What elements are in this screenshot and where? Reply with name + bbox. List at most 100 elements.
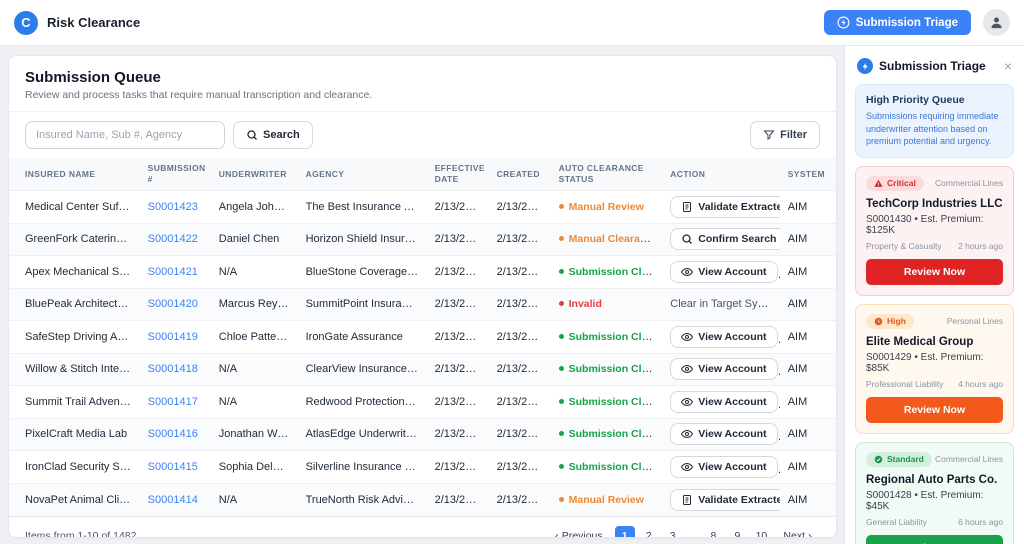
review-now-button[interactable]: Review Now bbox=[866, 259, 1003, 285]
row-action-button[interactable]: View Account bbox=[670, 261, 777, 283]
page-subtitle: Review and process tasks that require ma… bbox=[25, 89, 820, 101]
row-action-button[interactable]: View Account bbox=[670, 423, 777, 445]
app-logo-icon: C bbox=[14, 11, 38, 35]
card-meta-row: Professional Liability4 hours ago bbox=[866, 379, 1003, 389]
page-number-button[interactable]: 9 bbox=[727, 526, 747, 538]
account-name: Regional Auto Parts Co. bbox=[866, 474, 1003, 486]
coverage-label: General Liability bbox=[866, 517, 927, 527]
row-action-button[interactable]: View Account bbox=[670, 456, 777, 478]
page-number-button[interactable]: 3 bbox=[663, 526, 683, 538]
page-number-button[interactable]: 8 bbox=[703, 526, 723, 538]
table-footer: Items from 1-10 of 1482 ‹Previous123...8… bbox=[9, 516, 836, 538]
content-area: Submission Queue Review and process task… bbox=[0, 46, 844, 544]
items-count-text: Items from 1-10 of 1482 bbox=[25, 530, 136, 538]
cell-agency: TrueNorth Risk Advisors bbox=[298, 483, 427, 516]
submission-link[interactable]: S0001423 bbox=[148, 201, 198, 213]
status-dot-icon bbox=[559, 334, 564, 339]
priority-label: Standard bbox=[887, 454, 924, 464]
next-page-button[interactable]: Next› bbox=[775, 530, 820, 538]
status-dot-icon bbox=[559, 366, 564, 371]
submission-link[interactable]: S0001415 bbox=[148, 461, 198, 473]
search-button[interactable]: Search bbox=[233, 121, 313, 149]
cell-system: AIM bbox=[780, 288, 836, 321]
review-now-button[interactable]: Review Now bbox=[866, 397, 1003, 423]
submission-link[interactable]: S0001420 bbox=[148, 298, 198, 310]
page-number-button[interactable]: 1 bbox=[615, 526, 635, 538]
cell-underwriter: Chloe Patterson bbox=[211, 321, 298, 354]
cell-system: AIM bbox=[780, 321, 836, 354]
submission-link[interactable]: S0001414 bbox=[148, 494, 198, 506]
cell-created-date: 2/13/2024 bbox=[489, 353, 551, 386]
table-row: SafeStep Driving Academy S0001419 Chloe Pa… bbox=[9, 321, 836, 354]
cell-created-date: 2/13/2024 bbox=[489, 191, 551, 224]
cell-system: AIM bbox=[780, 191, 836, 224]
clock-icon bbox=[874, 317, 883, 326]
review-now-button[interactable]: Review Now bbox=[866, 535, 1003, 544]
cell-submission-number: S0001416 bbox=[140, 418, 211, 451]
row-action-button[interactable]: Confirm Search Results bbox=[670, 228, 779, 250]
submission-link[interactable]: S0001416 bbox=[148, 428, 198, 440]
row-action-button[interactable]: View Account bbox=[670, 391, 777, 413]
page-number-button[interactable]: 10 bbox=[751, 526, 771, 538]
cell-agency: ClearView Insurance Brokers bbox=[298, 353, 427, 386]
triage-icon bbox=[857, 58, 873, 74]
cell-clearance-status: Invalid bbox=[551, 288, 663, 321]
status-dot-icon bbox=[559, 236, 564, 241]
cell-agency: Silverline Insurance Group bbox=[298, 451, 427, 484]
cell-agency: AtlasEdge Underwriting bbox=[298, 418, 427, 451]
business-line-label: Commercial Lines bbox=[935, 454, 1003, 464]
status-dot-icon bbox=[559, 301, 564, 306]
cell-underwriter: N/A bbox=[211, 386, 298, 419]
status-dot-icon bbox=[559, 464, 564, 469]
close-icon[interactable]: × bbox=[1002, 59, 1014, 73]
main-layout: Submission Queue Review and process task… bbox=[0, 46, 1024, 544]
column-header: Auto Clearance Status bbox=[551, 158, 663, 191]
submission-link[interactable]: S0001421 bbox=[148, 266, 198, 278]
submission-link[interactable]: S0001419 bbox=[148, 331, 198, 343]
row-action-button[interactable]: View Account bbox=[670, 326, 777, 348]
user-avatar[interactable] bbox=[983, 9, 1010, 36]
submission-queue-card: Submission Queue Review and process task… bbox=[8, 55, 837, 538]
document-icon bbox=[681, 494, 693, 506]
eye-icon bbox=[681, 396, 693, 408]
column-header: Submission # bbox=[140, 158, 211, 191]
cell-submission-number: S0001418 bbox=[140, 353, 211, 386]
row-action-label: View Account bbox=[698, 266, 766, 278]
previous-page-button[interactable]: ‹Previous bbox=[547, 530, 611, 538]
account-name: TechCorp Industries LLC bbox=[866, 198, 1003, 210]
brand: C Risk Clearance bbox=[14, 11, 140, 35]
cell-created-date: 2/13/2024 bbox=[489, 321, 551, 354]
cell-action: View Account bbox=[662, 256, 779, 289]
row-action-button[interactable]: View Account bbox=[670, 358, 777, 380]
submission-link[interactable]: S0001422 bbox=[148, 233, 198, 245]
cell-submission-number: S0001414 bbox=[140, 483, 211, 516]
eye-icon bbox=[681, 461, 693, 473]
filter-button[interactable]: Filter bbox=[750, 121, 820, 149]
cell-agency: SummitPoint Insurance Co. bbox=[298, 288, 427, 321]
search-input[interactable] bbox=[25, 121, 225, 149]
cell-submission-number: S0001423 bbox=[140, 191, 211, 224]
cell-clearance-status: Manual Clearance bbox=[551, 223, 663, 256]
row-action-button[interactable]: Validate Extracted Data bbox=[670, 489, 779, 511]
row-action-label: View Account bbox=[698, 428, 766, 440]
row-action-button[interactable]: Validate Extracted Data bbox=[670, 196, 779, 218]
cell-created-date: 2/13/2024 bbox=[489, 386, 551, 419]
triage-panel-title: Submission Triage bbox=[879, 59, 996, 73]
status-dot-icon bbox=[559, 497, 564, 502]
cell-action: Validate Extracted Data bbox=[662, 483, 779, 516]
submission-triage-button[interactable]: Submission Triage bbox=[824, 10, 971, 35]
cell-clearance-status: Submission Cleared bbox=[551, 451, 663, 484]
high-priority-info-box: High Priority Queue Submissions requirin… bbox=[855, 84, 1014, 158]
cell-effective-date: 2/13/2024 bbox=[427, 353, 489, 386]
priority-badge: High bbox=[866, 314, 914, 329]
cell-clearance-status: Submission Cleared bbox=[551, 321, 663, 354]
row-action-label: View Account bbox=[698, 396, 766, 408]
submission-link[interactable]: S0001418 bbox=[148, 363, 198, 375]
page-number-button[interactable]: 2 bbox=[639, 526, 659, 538]
status-badge: Submission Cleared bbox=[569, 331, 663, 343]
coverage-label: Property & Casualty bbox=[866, 241, 942, 251]
cell-insured-name: BluePeak Architecture Group bbox=[9, 288, 140, 321]
cell-insured-name: SafeStep Driving Academy bbox=[9, 321, 140, 354]
card-meta-row: General Liability6 hours ago bbox=[866, 517, 1003, 527]
submission-link[interactable]: S0001417 bbox=[148, 396, 198, 408]
